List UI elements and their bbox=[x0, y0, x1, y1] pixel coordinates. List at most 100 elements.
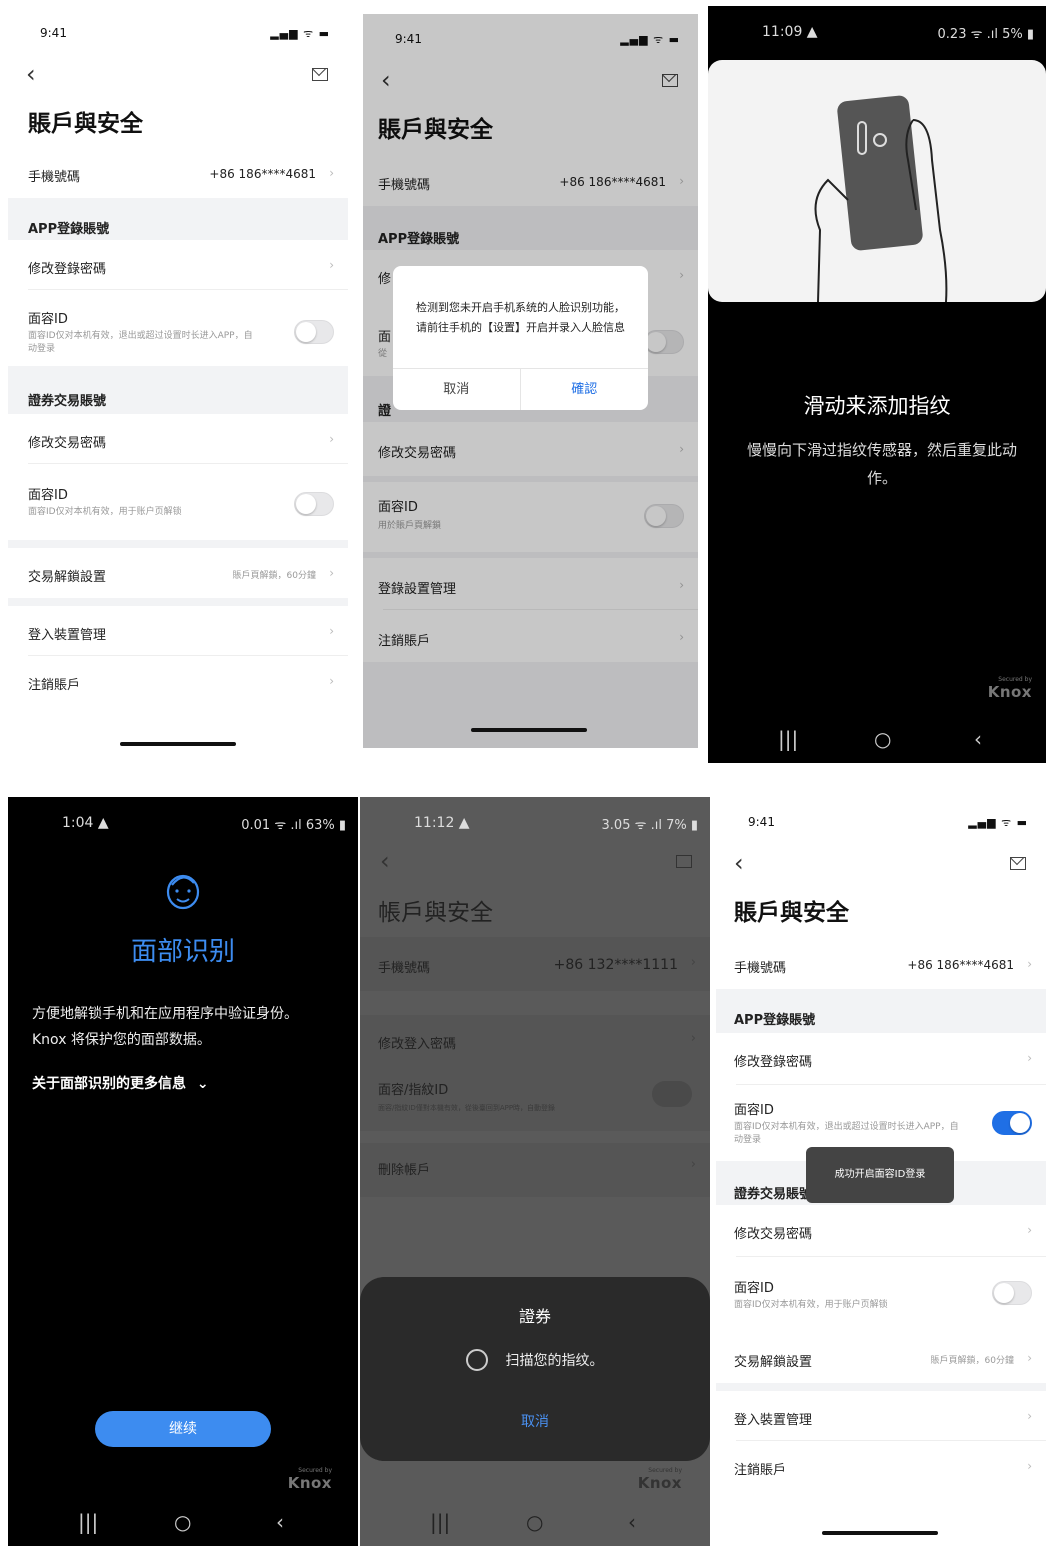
sheet-cancel-button[interactable]: 取消 bbox=[360, 1411, 710, 1431]
page-title: 帳戶與安全 bbox=[378, 900, 493, 926]
page-title: 賬戶與安全 bbox=[734, 900, 849, 926]
trade-unlock-label: 交易解鎖設置 bbox=[28, 570, 107, 585]
secured-by-label: Secured by bbox=[998, 676, 1032, 683]
knox-badge: Secured by Knox bbox=[288, 1467, 332, 1492]
faceid-label: 面容ID bbox=[734, 1103, 774, 1118]
section-securities-label: 證券交易賬號 bbox=[734, 1187, 813, 1202]
faceid-label: 面容ID bbox=[28, 312, 68, 327]
home-icon[interactable]: ○ bbox=[526, 1510, 543, 1534]
faceid-login-toggle[interactable] bbox=[294, 320, 334, 344]
back-icon[interactable]: ‹ bbox=[974, 727, 982, 751]
faceid-login-toggle[interactable] bbox=[992, 1111, 1032, 1135]
chevron-right-icon: › bbox=[329, 432, 334, 446]
faceid-alert-dialog: 检测到您未开启手机系统的人脸识别功能，请前往手机的【设置】开启并录入人脸信息 取… bbox=[393, 266, 648, 410]
back-chevron-icon[interactable]: ‹ bbox=[380, 847, 390, 875]
enroll-heading: 滑动来添加指纹 bbox=[803, 394, 951, 418]
chevron-right-icon: › bbox=[1027, 1409, 1032, 1423]
continue-button[interactable]: 继续 bbox=[95, 1411, 271, 1447]
secured-by-label: Secured by bbox=[298, 1467, 332, 1474]
cancel-account-label: 注銷賬戶 bbox=[734, 1463, 787, 1478]
row-cancel-account[interactable]: 注銷賬戶 › bbox=[716, 1441, 1046, 1546]
home-indicator bbox=[822, 1531, 938, 1535]
screen-account-security-enabled: 9:41 ▂▄▆ ᯤ ▬ ‹ 賬戶與安全 手機號碼 +86 186****468… bbox=[716, 797, 1046, 1546]
bottom-area bbox=[8, 706, 348, 763]
screen-face-recognition: 1:04 ▲ 0.01 ᯤ .ıl 63% ▮ 面部识别 方便地解锁手机和在应用… bbox=[8, 797, 358, 1546]
row-change-login-password[interactable]: 修改登錄密碼 › bbox=[716, 1033, 1046, 1085]
back-icon[interactable]: ‹ bbox=[276, 1510, 284, 1534]
screen-account-security-1: 9:41 ▂▄▆ ᯤ ▬ ‹ 賬戶與安全 手機號碼 +86 186****468… bbox=[8, 8, 348, 763]
page-title-block: 賬戶與安全 bbox=[8, 100, 348, 150]
chevron-right-icon: › bbox=[690, 955, 696, 970]
row-cancel-account[interactable]: 注銷賬戶 › bbox=[8, 656, 348, 706]
android-nav-bar: ||| ○ ‹ bbox=[360, 1502, 710, 1546]
recents-icon[interactable]: ||| bbox=[430, 1510, 450, 1534]
android-nav-bar: ||| ○ ‹ bbox=[708, 719, 1046, 763]
home-icon[interactable]: ○ bbox=[874, 727, 891, 751]
section-app-label: APP登錄賬號 bbox=[734, 1013, 816, 1028]
phone-label: 手機號碼 bbox=[734, 961, 787, 976]
mail-icon[interactable] bbox=[312, 68, 328, 81]
faceid-unlock-label: 面容ID bbox=[28, 488, 68, 503]
row-faceid-unlock: 面容ID 面容ID仅对本机有效，用于账户页解锁 bbox=[8, 464, 348, 540]
chevron-right-icon: › bbox=[329, 624, 334, 638]
page-title-block: 賬戶與安全 bbox=[716, 889, 1046, 939]
back-icon[interactable]: ‹ bbox=[628, 1510, 636, 1534]
back-chevron-icon[interactable]: ‹ bbox=[26, 60, 36, 88]
chevron-right-icon: › bbox=[329, 166, 334, 180]
faceid-sub: 面容ID仅对本机有效，退出或超过设置时长进入APP，自动登录 bbox=[28, 331, 253, 354]
row-delete-account[interactable]: 刪除帳戶 › bbox=[360, 1143, 710, 1197]
row-phone[interactable]: 手機號碼 +86 186****4681 › bbox=[716, 939, 1046, 989]
screen-fingerprint-enroll: 11:09 ▲ 0.23 ᯤ .ıl 5% ▮ 滑动来添加指纹 慢慢向下滑过指纹… bbox=[708, 6, 1046, 763]
face-fingerprint-sub: 面容/指紋ID僅對本機有效，從後臺回到APP時，自動登錄 bbox=[378, 1104, 556, 1112]
recents-icon[interactable]: ||| bbox=[78, 1510, 98, 1534]
signal-wifi-battery-icon: ▂▄▆ ᯤ ▬ bbox=[968, 816, 1028, 829]
change-trade-password-label: 修改交易密碼 bbox=[28, 436, 107, 451]
recents-icon[interactable]: ||| bbox=[778, 727, 798, 751]
faceid-sub: 面容ID仅对本机有效，退出或超过设置时长进入APP，自动登录 bbox=[734, 1122, 959, 1145]
row-face-fingerprint: 面容/指紋ID 面容/指紋ID僅對本機有效，從後臺回到APP時，自動登錄 bbox=[360, 1069, 710, 1131]
faceid-unlock-toggle[interactable] bbox=[992, 1281, 1032, 1305]
page-title: 賬戶與安全 bbox=[28, 111, 143, 137]
row-device-management[interactable]: 登入裝置管理 › bbox=[8, 606, 348, 656]
status-time: 11:12 ▲ bbox=[414, 815, 470, 831]
status-bar: 9:41 ▂▄▆ ᯤ ▬ bbox=[8, 8, 348, 58]
mail-icon[interactable] bbox=[1010, 857, 1026, 870]
section-app-login: APP登錄賬號 bbox=[716, 989, 1046, 1033]
signal-wifi-battery-icon: ▂▄▆ ᯤ ▬ bbox=[270, 27, 330, 40]
section-securities-label: 證券交易賬號 bbox=[28, 394, 107, 409]
row-change-trade-password[interactable]: 修改交易密碼 › bbox=[716, 1205, 1046, 1257]
mail-icon[interactable] bbox=[676, 855, 692, 868]
dialog-cancel-button[interactable]: 取消 bbox=[393, 369, 521, 410]
row-trade-unlock-settings[interactable]: 交易解鎖設置 賬戶頁解鎖，60分鐘 › bbox=[8, 548, 348, 598]
face-fingerprint-toggle[interactable] bbox=[652, 1081, 692, 1107]
screen-fingerprint-sheet: 11:12 ▲ 3.05 ᯤ .ıl 7% ▮ ‹ 帳戶與安全 手機號碼 +86… bbox=[360, 797, 710, 1546]
row-phone[interactable]: 手機號碼 +86 186****4681 › bbox=[8, 150, 348, 198]
status-icons: 0.01 ᯤ .ıl 63% ▮ bbox=[241, 818, 346, 833]
home-icon[interactable]: ○ bbox=[174, 1510, 191, 1534]
back-chevron-icon[interactable]: ‹ bbox=[734, 849, 744, 877]
row-phone[interactable]: 手機號碼 +86 132****1111 › bbox=[360, 937, 710, 991]
sheet-title: 證券 bbox=[518, 1307, 551, 1326]
change-login-password-label: 修改登錄密碼 bbox=[28, 262, 107, 277]
android-nav-bar: ||| ○ ‹ bbox=[8, 1502, 358, 1546]
dialog-buttons: 取消 確認 bbox=[393, 368, 648, 410]
chevron-right-icon: › bbox=[329, 566, 334, 580]
status-time: 1:04 ▲ bbox=[62, 815, 109, 831]
nav-bar: ‹ bbox=[8, 58, 348, 100]
face-fingerprint-label: 面容/指紋ID bbox=[378, 1083, 449, 1098]
dialog-confirm-button[interactable]: 確認 bbox=[521, 369, 649, 410]
more-info-label: 关于面部识别的更多信息 bbox=[32, 1076, 186, 1092]
row-faceid-unlock: 面容ID 面容ID仅对本机有效，用于账户页解锁 bbox=[716, 1257, 1046, 1333]
knox-badge: Secured by Knox bbox=[988, 676, 1032, 701]
row-change-trade-password[interactable]: 修改交易密碼 › bbox=[8, 414, 348, 464]
row-change-login-password[interactable]: 修改登錄密碼 › bbox=[8, 240, 348, 290]
status-time: 9:41 bbox=[748, 815, 775, 829]
row-change-password[interactable]: 修改登入密碼 › bbox=[360, 1015, 710, 1069]
faceid-unlock-toggle[interactable] bbox=[294, 492, 334, 516]
row-trade-unlock-settings[interactable]: 交易解鎖設置 賬戶頁解鎖，60分鐘 › bbox=[716, 1333, 1046, 1383]
section-app-login: APP登錄賬號 bbox=[8, 198, 348, 240]
more-info-link[interactable]: 关于面部识别的更多信息 ⌄ bbox=[32, 1073, 209, 1093]
faceid-unlock-sub: 面容ID仅对本机有效，用于账户页解锁 bbox=[28, 507, 182, 517]
row-device-management[interactable]: 登入裝置管理 › bbox=[716, 1391, 1046, 1441]
change-trade-password-label: 修改交易密碼 bbox=[734, 1227, 813, 1242]
